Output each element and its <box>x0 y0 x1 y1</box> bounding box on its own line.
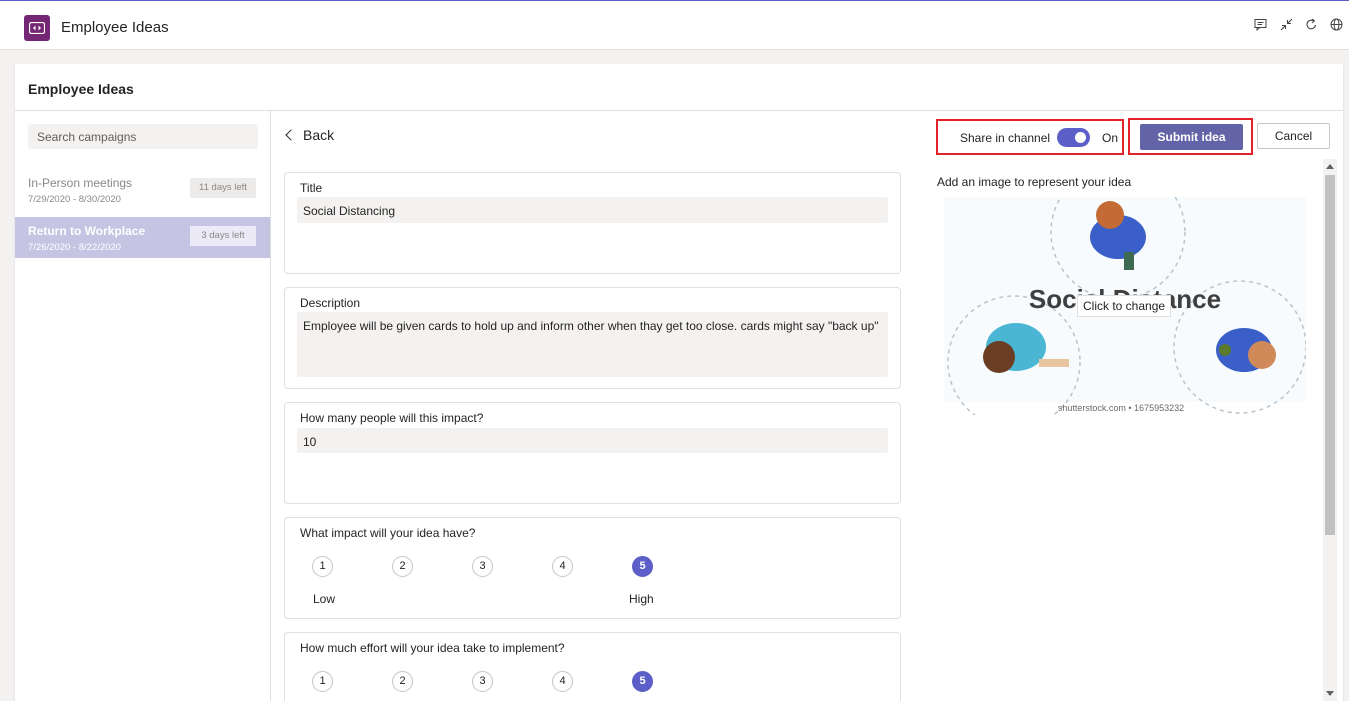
low-label: Low <box>313 592 336 606</box>
impact-rating-2[interactable]: 2 <box>392 556 413 577</box>
campaign-name: In-Person meetings <box>28 176 133 190</box>
impact-rating-4[interactable]: 4 <box>552 556 573 577</box>
search-input[interactable]: Search campaigns <box>28 124 258 149</box>
description-input[interactable]: Employee will be given cards to hold up … <box>297 312 888 377</box>
click-to-change-tooltip: Click to change <box>1077 295 1172 317</box>
effort-rating-3[interactable]: 3 <box>472 671 493 692</box>
chevron-left-icon <box>285 129 297 141</box>
impact-rating-1[interactable]: 1 <box>312 556 333 577</box>
main-card: Employee Ideas Search campaigns In-Perso… <box>15 64 1343 701</box>
back-label: Back <box>303 127 335 143</box>
scrollbar-thumb[interactable] <box>1325 175 1335 535</box>
description-field-card: Description Employee will be given cards… <box>284 287 901 389</box>
campaign-name: Return to Workplace <box>28 224 146 238</box>
impact-rating-3[interactable]: 3 <box>472 556 493 577</box>
effort-rating-2[interactable]: 2 <box>392 671 413 692</box>
page-title: Employee Ideas <box>28 81 134 97</box>
power-apps-icon <box>24 15 50 41</box>
app-header: Employee Ideas <box>0 0 1349 50</box>
scroll-up-icon[interactable] <box>1326 164 1334 169</box>
toggle-knob <box>1075 132 1086 143</box>
submit-idea-highlight: Submit idea <box>1128 118 1253 155</box>
scroll-down-icon[interactable] <box>1326 691 1334 696</box>
campaign-sidebar: Search campaigns In-Person meetings 7/29… <box>15 111 271 701</box>
submit-idea-button[interactable]: Submit idea <box>1140 124 1243 150</box>
share-in-channel-highlight: Share in channel On <box>936 119 1124 155</box>
days-left-badge: 3 days left <box>190 226 256 246</box>
campaign-dates: 7/29/2020 - 8/30/2020 <box>28 194 121 205</box>
title-field-card: Title Social Distancing <box>284 172 901 274</box>
high-label: High <box>629 592 654 606</box>
toggle-state-label: On <box>1102 131 1119 145</box>
campaign-item-return-to-workplace[interactable]: Return to Workplace 7/26/2020 - 8/22/202… <box>15 217 270 258</box>
impact-rating-label: What impact will your idea have? <box>300 526 476 540</box>
collapse-icon[interactable] <box>1280 18 1294 32</box>
chat-icon[interactable] <box>1254 18 1268 32</box>
campaign-item-in-person-meetings[interactable]: In-Person meetings 7/29/2020 - 8/30/2020… <box>15 169 270 210</box>
share-in-channel-label: Share in channel <box>960 131 1051 145</box>
cancel-button[interactable]: Cancel <box>1257 123 1330 149</box>
app-title: Employee Ideas <box>61 19 169 36</box>
vertical-scrollbar[interactable] <box>1323 159 1337 701</box>
effort-rating-label: How much effort will your idea take to i… <box>300 641 565 655</box>
back-button[interactable]: Back <box>285 127 335 143</box>
share-in-channel-toggle[interactable] <box>1057 128 1090 147</box>
effort-rating-card: How much effort will your idea take to i… <box>284 632 901 701</box>
effort-rating-1[interactable]: 1 <box>312 671 333 692</box>
people-impact-input[interactable]: 10 <box>297 428 888 453</box>
title-label: Title <box>300 181 323 195</box>
title-input[interactable]: Social Distancing <box>297 197 888 223</box>
campaign-dates: 7/26/2020 - 8/22/2020 <box>28 242 121 253</box>
refresh-icon[interactable] <box>1305 18 1319 32</box>
days-left-badge: 11 days left <box>190 178 256 198</box>
description-label: Description <box>300 296 361 310</box>
effort-rating-4[interactable]: 4 <box>552 671 573 692</box>
impact-rating-card: What impact will your idea have? 1 2 3 4… <box>284 517 901 619</box>
image-watermark: shutterstock.com • 1675953232 <box>1058 403 1184 413</box>
effort-rating-5[interactable]: 5 <box>632 671 653 692</box>
people-impact-label: How many people will this impact? <box>300 411 484 425</box>
globe-icon[interactable] <box>1330 18 1344 32</box>
people-impact-field-card: How many people will this impact? 10 <box>284 402 901 504</box>
impact-rating-5[interactable]: 5 <box>632 556 653 577</box>
image-label: Add an image to represent your idea <box>937 175 1132 189</box>
